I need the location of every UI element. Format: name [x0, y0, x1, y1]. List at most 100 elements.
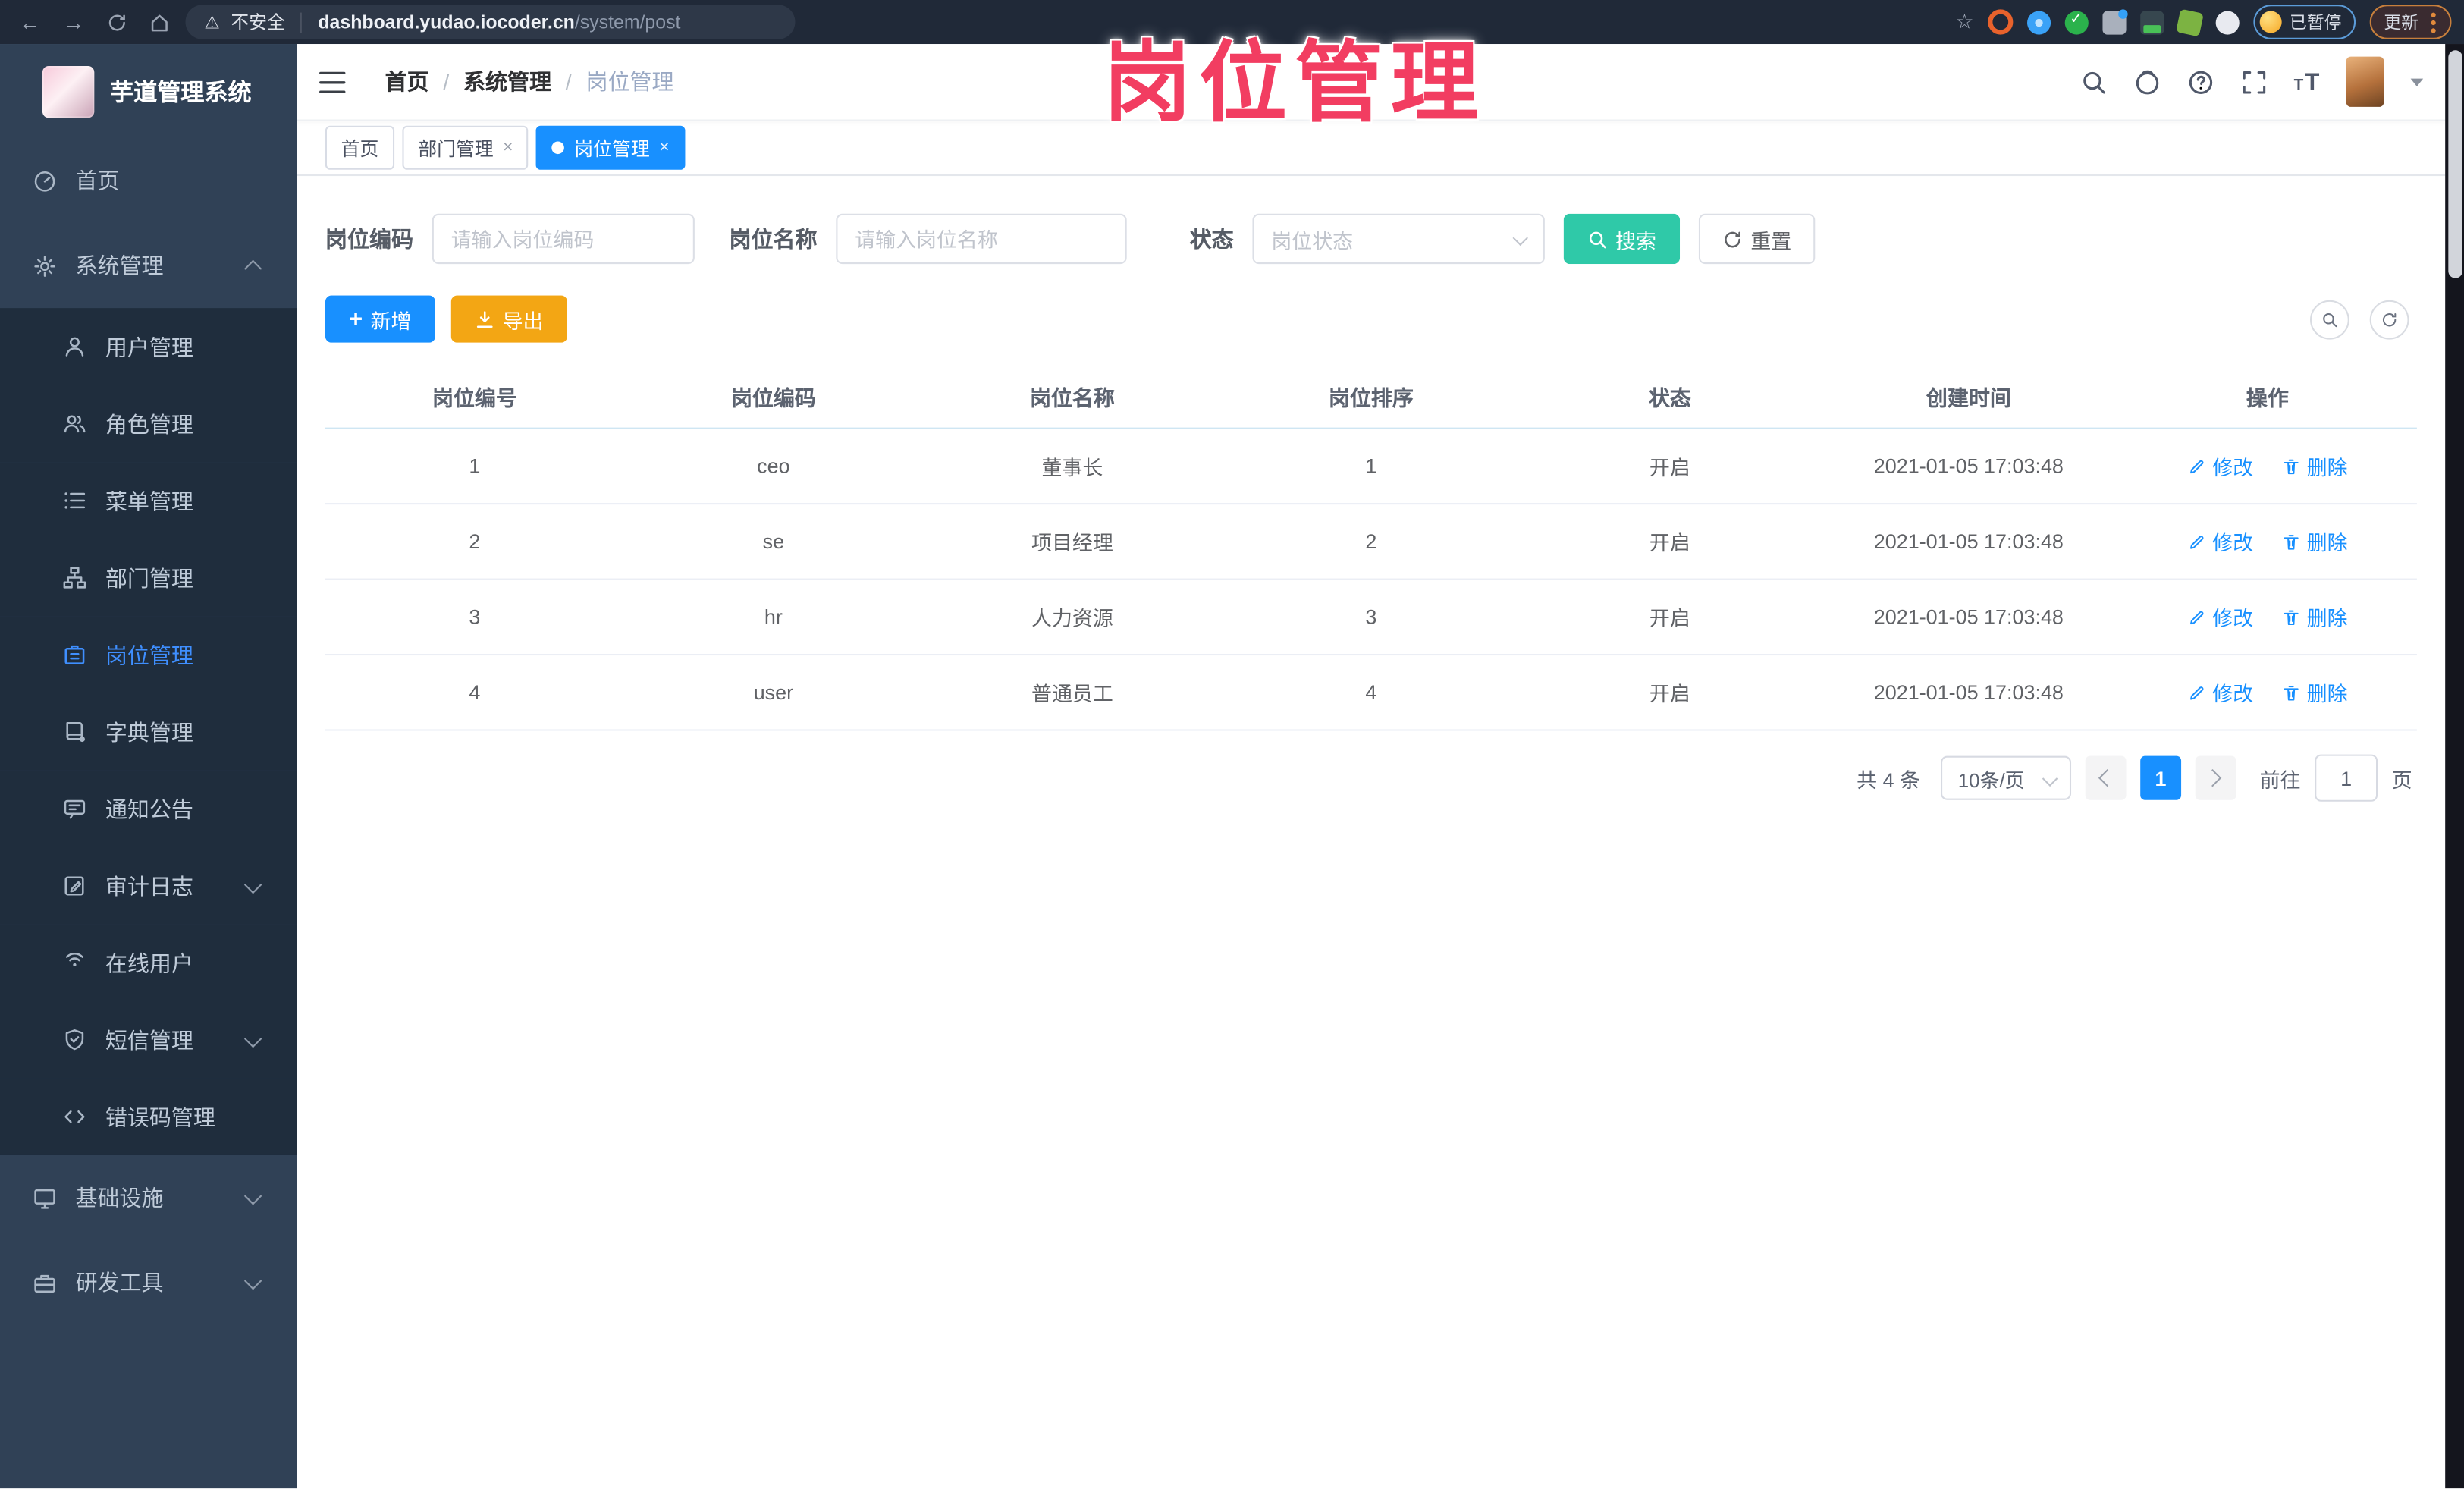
- chevron-left-icon: [2098, 768, 2117, 787]
- plus-icon: +: [349, 306, 363, 333]
- delete-link[interactable]: 删除: [2281, 602, 2348, 632]
- browser-nav-buttons: ← →: [0, 9, 186, 35]
- app-logo[interactable]: 芋道管理系统: [0, 44, 297, 138]
- page-size-select[interactable]: 10条/页: [1940, 755, 2071, 800]
- trash-icon: [2284, 609, 2299, 625]
- users-icon: [64, 415, 86, 433]
- address-divider: [300, 11, 303, 33]
- edit-link[interactable]: 修改: [2187, 451, 2253, 481]
- github-icon[interactable]: [2133, 68, 2160, 95]
- add-button[interactable]: + 新增: [325, 295, 435, 343]
- refresh-icon: [2382, 312, 2397, 326]
- reload-icon[interactable]: [107, 12, 127, 33]
- sidebar-item-roles[interactable]: 角色管理: [0, 385, 297, 463]
- monitor-icon: [34, 1188, 55, 1208]
- sidebar-item-dev-tools[interactable]: 研发工具: [0, 1240, 297, 1325]
- delete-link[interactable]: 删除: [2281, 677, 2348, 707]
- user-avatar[interactable]: [2346, 56, 2384, 107]
- sidebar-item-audit-log[interactable]: 审计日志: [0, 847, 297, 925]
- page-scrollbar[interactable]: [2445, 44, 2464, 1489]
- edit-link[interactable]: 修改: [2187, 677, 2253, 707]
- tab-home[interactable]: 首页: [325, 125, 395, 170]
- browser-address-bar[interactable]: ⚠ 不安全 dashboard.yudao.iocoder.cn/system/…: [185, 5, 796, 39]
- pencil-icon: [2189, 610, 2204, 624]
- home-icon[interactable]: [149, 12, 170, 33]
- annotation-title: 岗位管理: [1103, 33, 1487, 133]
- sidebar-item-users[interactable]: 用户管理: [0, 308, 297, 385]
- table-toolbar-right: [2309, 299, 2417, 339]
- breadcrumb-home[interactable]: 首页: [385, 66, 429, 97]
- sidebar-item-menus[interactable]: 菜单管理: [0, 462, 297, 539]
- close-icon[interactable]: ×: [659, 138, 669, 156]
- sidebar-item-online-users[interactable]: 在线用户: [0, 924, 297, 1001]
- sidebar-item-system[interactable]: 系统管理: [0, 223, 297, 308]
- table-toolbar: + 新增 导出: [325, 295, 2417, 343]
- browser-update-button[interactable]: 更新: [2369, 5, 2452, 39]
- url-path: /system/post: [574, 11, 681, 33]
- extension-icon-gray-grid[interactable]: [2102, 8, 2128, 34]
- status-select[interactable]: 岗位状态: [1252, 213, 1545, 265]
- search-icon[interactable]: [2080, 68, 2107, 95]
- close-icon[interactable]: ×: [503, 138, 513, 156]
- help-icon[interactable]: [2187, 68, 2214, 95]
- prev-page-button[interactable]: [2085, 755, 2127, 800]
- table-row: 1 ceo 董事长 1 开启 2021-01-05 17:03:48 修改 删除: [325, 429, 2417, 505]
- refresh-table-button[interactable]: [2369, 299, 2409, 339]
- sidebar-item-sms[interactable]: 短信管理: [0, 1001, 297, 1079]
- refresh-icon: [1725, 231, 1740, 247]
- sidebar-item-posts[interactable]: 岗位管理: [0, 616, 297, 693]
- export-button[interactable]: 导出: [450, 295, 567, 343]
- delete-link[interactable]: 删除: [2281, 526, 2348, 556]
- sidebar-item-notices[interactable]: 通知公告: [0, 770, 297, 847]
- bookmark-star-icon[interactable]: ☆: [1955, 9, 1973, 34]
- extension-icon-orange-ring[interactable]: [1988, 9, 2014, 35]
- hamburger-icon[interactable]: [319, 70, 346, 93]
- status-text: 开启: [1649, 606, 1690, 630]
- list-icon: [64, 492, 86, 509]
- post-code-input[interactable]: [432, 213, 695, 265]
- edit-link[interactable]: 修改: [2187, 526, 2253, 556]
- kebab-menu-icon[interactable]: [2431, 19, 2436, 25]
- reset-button[interactable]: 重置: [1698, 213, 1816, 265]
- extension-icon-white-bird[interactable]: [2215, 10, 2240, 34]
- caret-down-icon[interactable]: [2410, 77, 2424, 86]
- extension-icon-dark-gif[interactable]: [2140, 10, 2164, 34]
- sidebar-item-dictionary[interactable]: 字典管理: [0, 693, 297, 771]
- sidebar-item-home[interactable]: 首页: [0, 138, 297, 223]
- signal-icon: [65, 952, 83, 967]
- delete-link[interactable]: 删除: [2281, 451, 2348, 481]
- tab-posts[interactable]: 岗位管理 ×: [536, 125, 686, 170]
- breadcrumb-system[interactable]: 系统管理: [463, 66, 551, 97]
- breadcrumb: 首页 / 系统管理 / 岗位管理: [385, 66, 674, 97]
- edit-link[interactable]: 修改: [2187, 602, 2253, 632]
- sidebar-item-infrastructure[interactable]: 基础设施: [0, 1155, 297, 1240]
- extension-paused-badge[interactable]: 已暂停: [2253, 5, 2356, 39]
- chevron-down-icon: [243, 1187, 262, 1205]
- trash-icon: [2284, 685, 2299, 700]
- screen: ← → ⚠ 不安全 dashboard.yudao.iocoder.cn/sys…: [0, 0, 2464, 1489]
- back-icon[interactable]: ←: [19, 9, 41, 34]
- next-page-button[interactable]: [2195, 755, 2236, 800]
- scrollbar-thumb[interactable]: [2447, 50, 2462, 278]
- extension-icon-blue-pin[interactable]: [2027, 10, 2051, 34]
- extension-icon-green-leaf[interactable]: [2176, 8, 2204, 36]
- goto-page-input[interactable]: [2315, 754, 2378, 802]
- page-content: 岗位编码 岗位名称 状态 岗位状态 搜索 重置: [297, 176, 2446, 825]
- pencil-icon: [2189, 535, 2204, 548]
- code-icon: [64, 1110, 85, 1123]
- sidebar-item-departments[interactable]: 部门管理: [0, 539, 297, 617]
- font-size-icon[interactable]: TT: [2294, 70, 2320, 93]
- download-icon: [476, 310, 493, 327]
- sidebar-item-error-codes[interactable]: 错误码管理: [0, 1078, 297, 1155]
- forward-icon[interactable]: →: [63, 9, 85, 34]
- post-name-input[interactable]: [836, 213, 1127, 265]
- search-button[interactable]: 搜索: [1563, 213, 1681, 265]
- extension-icon-green-check[interactable]: [2064, 10, 2089, 34]
- chevron-down-icon: [1512, 230, 1529, 247]
- fullscreen-icon[interactable]: [2240, 68, 2267, 95]
- page-number-button[interactable]: 1: [2140, 755, 2182, 800]
- tab-departments[interactable]: 部门管理 ×: [402, 125, 529, 170]
- chevron-down-icon: [243, 1272, 262, 1290]
- page-url: dashboard.yudao.iocoder.cn/system/post: [318, 8, 680, 36]
- toggle-search-button[interactable]: [2309, 299, 2349, 339]
